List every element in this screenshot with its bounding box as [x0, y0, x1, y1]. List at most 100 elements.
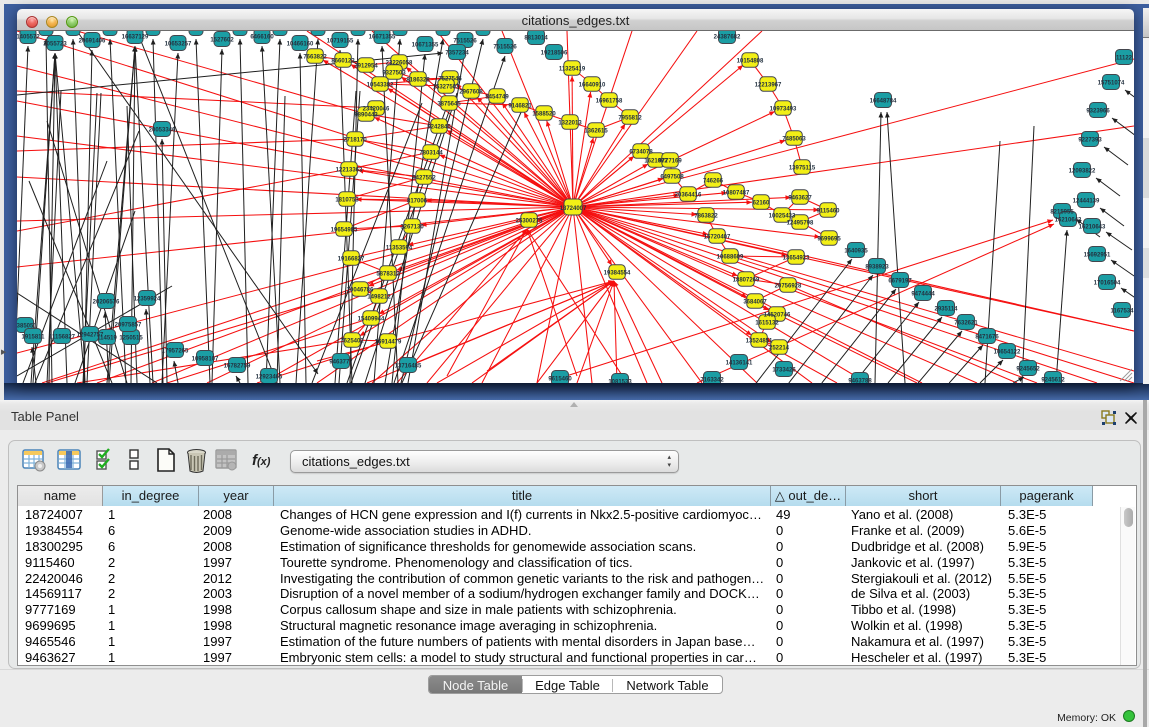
svg-text:9245652: 9245652	[1016, 367, 1040, 373]
svg-text:10973493: 10973493	[770, 107, 797, 113]
svg-text:10653257: 10653257	[165, 42, 192, 48]
svg-text:1362615: 1362615	[584, 129, 608, 135]
svg-text:7663822: 7663822	[303, 55, 327, 61]
svg-text:17957265: 17957265	[162, 349, 189, 355]
svg-text:1498212: 1498212	[367, 295, 391, 301]
svg-text:1615132: 1615132	[755, 321, 779, 327]
svg-text:1167534: 1167534	[1110, 309, 1134, 315]
svg-text:1640935: 1640935	[844, 249, 868, 255]
svg-text:7803144: 7803144	[419, 151, 443, 157]
svg-text:10466160: 10466160	[287, 42, 314, 48]
svg-text:1915811: 1915811	[21, 335, 45, 341]
svg-text:11353594: 11353594	[386, 246, 413, 252]
svg-text:11156827: 11156827	[49, 335, 76, 341]
svg-text:9463627: 9463627	[788, 196, 812, 202]
svg-text:9777169: 9777169	[658, 159, 682, 165]
svg-text:16961758: 16961758	[596, 99, 623, 105]
svg-text:9327503: 9327503	[382, 71, 406, 77]
svg-text:3875645: 3875645	[437, 102, 461, 108]
svg-text:7527546: 7527546	[438, 77, 462, 83]
svg-text:3912954: 3912954	[354, 64, 378, 70]
svg-text:16210643: 16210643	[1055, 218, 1082, 224]
svg-text:12359924: 12359924	[134, 297, 161, 303]
svg-text:8186328: 8186328	[406, 78, 430, 84]
svg-text:16637129: 16637129	[122, 35, 149, 41]
svg-text:62160: 62160	[753, 201, 770, 207]
svg-text:10958107: 10958107	[192, 357, 219, 363]
svg-text:19218506: 19218506	[541, 51, 568, 57]
svg-text:24387682: 24387682	[714, 35, 741, 41]
svg-text:9245612: 9245612	[1041, 378, 1065, 384]
svg-text:20053346: 20053346	[149, 128, 176, 134]
svg-text:25300275: 25300275	[516, 219, 543, 225]
svg-text:8471676: 8471676	[975, 335, 999, 341]
svg-text:14520746: 14520746	[764, 313, 791, 319]
svg-text:1081533: 1081533	[608, 380, 632, 384]
svg-text:20364416: 20364416	[675, 193, 702, 199]
svg-text:7955812: 7955812	[618, 116, 642, 122]
svg-text:7163342: 7163342	[700, 378, 724, 384]
svg-text:1250515: 1250515	[119, 336, 143, 342]
svg-text:16782759: 16782759	[224, 364, 251, 370]
svg-text:8813014: 8813014	[524, 36, 548, 42]
svg-text:9323966: 9323966	[1086, 109, 1110, 115]
svg-text:10719155: 10719155	[327, 39, 354, 45]
svg-text:11325419: 11325419	[559, 67, 586, 73]
svg-text:7485063: 7485063	[782, 137, 806, 143]
svg-text:1810753: 1810753	[335, 198, 359, 204]
svg-text:7863822: 7863822	[694, 214, 718, 220]
svg-text:6466160: 6466160	[250, 35, 274, 41]
svg-text:18724007: 18724007	[560, 206, 587, 212]
svg-text:8938923: 8938923	[865, 265, 889, 271]
svg-text:1405572: 1405572	[17, 35, 40, 41]
svg-text:17016504: 17016504	[1094, 281, 1121, 287]
svg-text:19384554: 19384554	[604, 271, 631, 277]
svg-text:16914479: 16914479	[375, 340, 402, 346]
svg-text:14136141: 14136141	[726, 361, 753, 367]
svg-text:19654985: 19654985	[331, 228, 358, 234]
svg-text:12444139: 12444139	[1073, 199, 1100, 205]
svg-text:10025433: 10025433	[769, 214, 796, 220]
svg-text:19166827: 19166827	[338, 257, 365, 263]
svg-text:2718170: 2718170	[343, 138, 367, 144]
svg-text:15409944: 15409944	[358, 317, 385, 323]
svg-text:5878312: 5878312	[376, 272, 400, 278]
svg-text:8454749: 8454749	[485, 95, 509, 101]
svg-text:12923466: 12923466	[256, 375, 283, 381]
svg-text:18807269: 18807269	[733, 278, 760, 284]
svg-text:12093822: 12093822	[1069, 169, 1096, 175]
svg-text:2967608: 2967608	[459, 90, 483, 96]
svg-text:3385051: 3385051	[17, 324, 37, 330]
svg-text:9699695: 9699695	[817, 237, 841, 243]
svg-text:20206576: 20206576	[93, 300, 120, 306]
svg-text:9463788: 9463788	[848, 379, 872, 384]
svg-text:15751074: 15751074	[1098, 81, 1125, 87]
svg-text:817006: 817006	[407, 199, 428, 205]
svg-text:13975115: 13975115	[789, 166, 816, 172]
svg-text:1733426: 1733426	[772, 368, 796, 374]
svg-text:6497508: 6497508	[660, 175, 684, 181]
svg-text:3267130: 3267130	[400, 225, 424, 231]
svg-text:16671355: 16671355	[369, 35, 396, 41]
svg-text:1527602: 1527602	[210, 38, 234, 44]
svg-text:16648784: 16648784	[870, 99, 897, 105]
svg-text:9115460: 9115460	[816, 209, 840, 215]
svg-text:7625402: 7625402	[340, 339, 364, 345]
svg-text:3684067: 3684067	[743, 300, 767, 306]
svg-text:2935114: 2935114	[934, 307, 958, 313]
svg-text:13524851: 13524851	[746, 339, 773, 345]
svg-text:12495798: 12495798	[787, 221, 814, 227]
svg-text:114519: 114519	[97, 336, 117, 342]
svg-text:252214: 252214	[769, 346, 790, 352]
svg-text:7515526: 7515526	[453, 39, 477, 45]
svg-text:746266: 746266	[703, 179, 724, 185]
svg-text:9615460: 9615460	[548, 377, 572, 383]
svg-text:15327503: 15327503	[433, 85, 460, 91]
svg-text:10654122: 10654122	[994, 350, 1021, 356]
svg-text:11122: 11122	[1116, 56, 1133, 62]
svg-text:16210643: 16210643	[1079, 225, 1106, 231]
svg-text:23226058: 23226058	[386, 61, 413, 67]
svg-text:15692951: 15692951	[1084, 253, 1111, 259]
svg-text:9227393: 9227393	[1078, 138, 1102, 144]
svg-text:10046786: 10046786	[347, 288, 374, 294]
